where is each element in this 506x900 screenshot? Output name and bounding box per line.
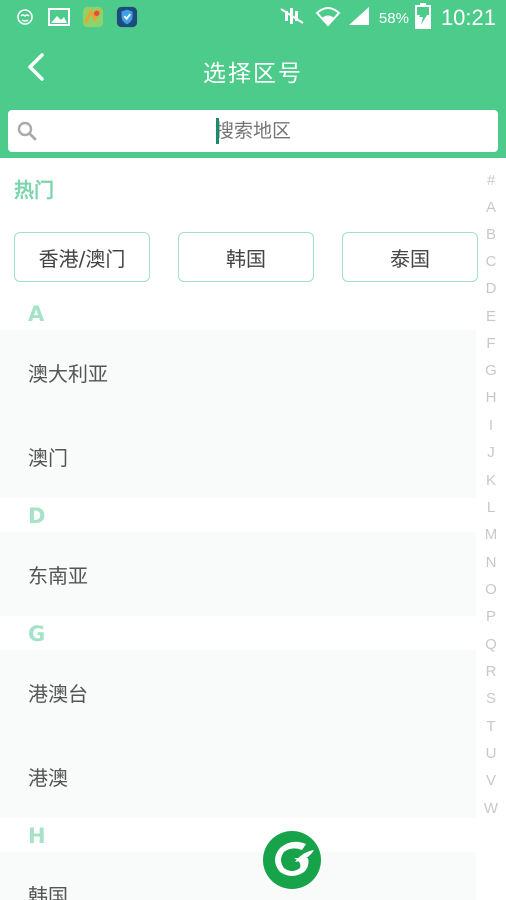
alphabet-index[interactable]: # A B C D E F G H I J K L M N O P Q R S … — [476, 158, 506, 838]
index-letter[interactable]: N — [476, 554, 506, 571]
page-title: 选择区号 — [203, 61, 303, 87]
section-header-a: A — [28, 302, 45, 326]
battery-percentage: 58% — [378, 9, 409, 27]
index-letter[interactable]: G — [476, 362, 506, 379]
index-letter[interactable]: U — [476, 745, 506, 762]
app-map-icon — [82, 6, 104, 28]
clock: 10:21 — [440, 5, 496, 30]
app-logo-icon — [262, 830, 324, 892]
hot-section-title: 热门 — [14, 178, 54, 202]
signal-icon — [347, 5, 373, 31]
index-letter[interactable]: D — [476, 280, 506, 297]
index-letter[interactable]: P — [476, 608, 506, 625]
index-letter[interactable]: # — [476, 172, 506, 189]
mute-icon — [279, 5, 309, 31]
index-letter[interactable]: V — [476, 772, 506, 789]
section-header-g: G — [28, 622, 46, 646]
text-cursor — [216, 118, 219, 144]
index-letter[interactable]: T — [476, 718, 506, 735]
index-letter[interactable]: Q — [476, 636, 506, 653]
search-bar[interactable] — [8, 110, 498, 152]
index-letter[interactable]: M — [476, 526, 506, 543]
list-item[interactable]: 澳大利亚 — [0, 330, 476, 414]
index-letter[interactable]: L — [476, 499, 506, 516]
index-letter[interactable]: S — [476, 690, 506, 707]
index-letter[interactable]: R — [476, 663, 506, 680]
index-letter[interactable]: K — [476, 472, 506, 489]
index-letter[interactable]: A — [476, 199, 506, 216]
index-letter[interactable]: F — [476, 335, 506, 352]
index-letter[interactable]: I — [476, 417, 506, 434]
hot-item-korea[interactable]: 韩国 — [178, 232, 314, 282]
search-input[interactable] — [48, 110, 458, 152]
index-letter[interactable]: J — [476, 444, 506, 461]
shield-icon — [116, 6, 138, 28]
list-item[interactable]: 东南亚 — [0, 532, 476, 616]
battery-charging-icon — [414, 3, 431, 33]
section-header-d: D — [28, 504, 46, 528]
search-icon — [16, 120, 38, 142]
status-bar: 58% 10:21 — [0, 0, 506, 36]
hot-item-thailand[interactable]: 泰国 — [342, 232, 478, 282]
notification-face-icon — [14, 6, 36, 28]
index-letter[interactable]: E — [476, 308, 506, 325]
region-list[interactable]: 热门 香港/澳门 韩国 泰国 A 澳大利亚 澳门 D 东南亚 G 港澳台 港澳 … — [0, 158, 478, 900]
list-item[interactable]: 韩国 — [0, 852, 476, 900]
index-letter[interactable]: C — [476, 253, 506, 270]
section-header-h: H — [28, 824, 46, 848]
index-letter[interactable]: B — [476, 226, 506, 243]
index-letter[interactable]: H — [476, 389, 506, 406]
wifi-icon — [315, 5, 341, 31]
list-item[interactable]: 港澳 — [0, 734, 476, 818]
index-letter[interactable]: W — [476, 800, 506, 817]
image-icon — [48, 6, 70, 28]
hot-item-hongkong-macau[interactable]: 香港/澳门 — [14, 232, 150, 282]
list-item[interactable]: 港澳台 — [0, 650, 476, 734]
title-bar: 选择区号 — [0, 36, 506, 104]
list-item[interactable]: 澳门 — [0, 414, 476, 498]
index-letter[interactable]: O — [476, 581, 506, 598]
